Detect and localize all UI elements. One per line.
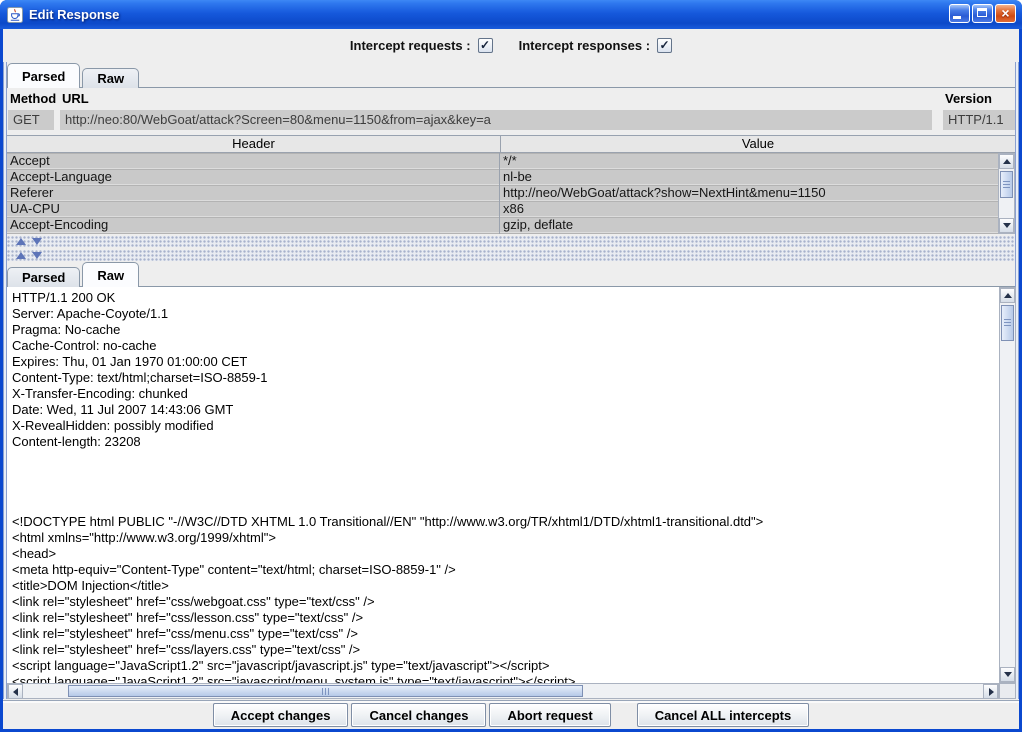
- method-field[interactable]: GET: [8, 110, 54, 130]
- check-icon: ✓: [480, 39, 490, 51]
- window-controls: ×: [949, 4, 1016, 23]
- split-expand-up-icon[interactable]: [16, 238, 26, 245]
- value-cell[interactable]: http://neo/WebGoat/attack?show=NextHint&…: [500, 185, 998, 201]
- split-collapse-down-icon[interactable]: [32, 238, 42, 245]
- method-label: Method: [10, 91, 56, 106]
- edit-response-window: Edit Response × Intercept requests : ✓ I…: [0, 0, 1022, 732]
- minimize-button[interactable]: [949, 4, 970, 23]
- table-header-row: Header Value: [7, 136, 1015, 153]
- table-body: Accept */* Accept-Language nl-be Referer…: [7, 153, 998, 234]
- value-column-header[interactable]: Value: [501, 136, 1015, 152]
- header-cell[interactable]: User-Agent: [7, 233, 500, 234]
- scroll-up-button[interactable]: [1000, 288, 1015, 303]
- titlebar[interactable]: Edit Response ×: [0, 0, 1022, 29]
- intercept-requests-checkbox[interactable]: ✓: [478, 38, 493, 53]
- url-label: URL: [62, 91, 89, 106]
- intercept-requests-label: Intercept requests :: [350, 38, 471, 53]
- response-hscrollbar-thumb[interactable]: [68, 685, 583, 697]
- intercept-responses-label: Intercept responses :: [519, 38, 651, 53]
- footer-button[interactable]: Cancel changes: [351, 703, 486, 727]
- intercept-responses-checkbox[interactable]: ✓: [657, 38, 672, 53]
- header-cell[interactable]: Referer: [7, 185, 500, 201]
- footer-button-bar: Accept changesCancel changesAbort reques…: [3, 703, 1019, 729]
- table-scrollbar-thumb[interactable]: [1000, 171, 1013, 198]
- window-title: Edit Response: [29, 7, 119, 22]
- minimize-icon: [953, 16, 961, 19]
- version-field[interactable]: HTTP/1.1: [943, 110, 1015, 130]
- request-tabstrip: ParsedRaw: [7, 63, 1015, 88]
- split-divider-lower[interactable]: [7, 250, 1015, 261]
- scroll-right-button[interactable]: [983, 684, 998, 699]
- scroll-down-icon: [1004, 672, 1012, 677]
- scroll-right-icon: [989, 688, 994, 696]
- value-cell[interactable]: Mozilla/4.0 (compatible; MSIE 7.0; Windo…: [500, 233, 998, 234]
- value-cell[interactable]: */*: [500, 153, 998, 169]
- split-collapse-down-icon[interactable]: [32, 252, 42, 259]
- scroll-up-icon: [1003, 159, 1011, 164]
- maximize-icon: [977, 8, 987, 17]
- value-cell[interactable]: x86: [500, 201, 998, 217]
- scroll-down-icon: [1003, 223, 1011, 228]
- split-expand-up-icon[interactable]: [16, 252, 26, 259]
- value-cell[interactable]: nl-be: [500, 169, 998, 185]
- scroll-up-icon: [1004, 293, 1012, 298]
- scroll-down-button[interactable]: [999, 218, 1014, 233]
- response-tab[interactable]: Parsed: [7, 267, 80, 287]
- table-row[interactable]: Accept-Language nl-be: [7, 169, 998, 185]
- maximize-button[interactable]: [972, 4, 993, 23]
- close-button[interactable]: ×: [995, 4, 1016, 23]
- response-tab[interactable]: Raw: [82, 262, 139, 287]
- header-cell[interactable]: Accept: [7, 153, 500, 169]
- table-row[interactable]: User-Agent Mozilla/4.0 (compatible; MSIE…: [7, 233, 998, 234]
- request-tab[interactable]: Parsed: [7, 63, 80, 88]
- header-cell[interactable]: UA-CPU: [7, 201, 500, 217]
- close-icon: ×: [996, 5, 1015, 22]
- scroll-left-icon: [13, 688, 18, 696]
- footer-button[interactable]: Cancel ALL intercepts: [637, 703, 810, 727]
- table-row[interactable]: UA-CPU x86: [7, 201, 998, 217]
- java-coffee-cup-icon: [7, 7, 23, 23]
- split-divider-upper[interactable]: [7, 236, 1015, 247]
- response-raw-textarea[interactable]: HTTP/1.1 200 OK Server: Apache-Coyote/1.…: [7, 287, 999, 683]
- url-field[interactable]: http://neo:80/WebGoat/attack?Screen=80&m…: [60, 110, 932, 130]
- response-raw-viewport: HTTP/1.1 200 OK Server: Apache-Coyote/1.…: [7, 287, 999, 683]
- response-horizontal-scrollbar[interactable]: [7, 683, 999, 699]
- response-tabstrip: ParsedRaw: [7, 262, 1015, 287]
- value-cell[interactable]: gzip, deflate: [500, 217, 998, 233]
- intercept-options-row: Intercept requests : ✓ Intercept respons…: [0, 34, 1022, 56]
- check-icon: ✓: [660, 39, 670, 51]
- footer-button[interactable]: Accept changes: [213, 703, 349, 727]
- scroll-up-button[interactable]: [999, 154, 1014, 169]
- header-cell[interactable]: Accept-Language: [7, 169, 500, 185]
- table-vertical-scrollbar[interactable]: [998, 153, 1015, 234]
- request-headers-table: Header Value Accept */* Accept-Language …: [7, 135, 1015, 234]
- scroll-left-button[interactable]: [8, 684, 23, 699]
- header-column-header[interactable]: Header: [7, 136, 501, 152]
- scroll-down-button[interactable]: [1000, 667, 1015, 682]
- table-row[interactable]: Accept */*: [7, 153, 998, 169]
- version-label: Version: [945, 91, 992, 106]
- header-cell[interactable]: Accept-Encoding: [7, 217, 500, 233]
- request-tab[interactable]: Raw: [82, 68, 139, 88]
- table-row[interactable]: Referer http://neo/WebGoat/attack?show=N…: [7, 185, 998, 201]
- scrollbar-corner: [999, 683, 1016, 699]
- table-row[interactable]: Accept-Encoding gzip, deflate: [7, 217, 998, 233]
- response-scrollbar-thumb[interactable]: [1001, 305, 1014, 341]
- footer-button[interactable]: Abort request: [489, 703, 610, 727]
- response-vertical-scrollbar[interactable]: [999, 287, 1016, 683]
